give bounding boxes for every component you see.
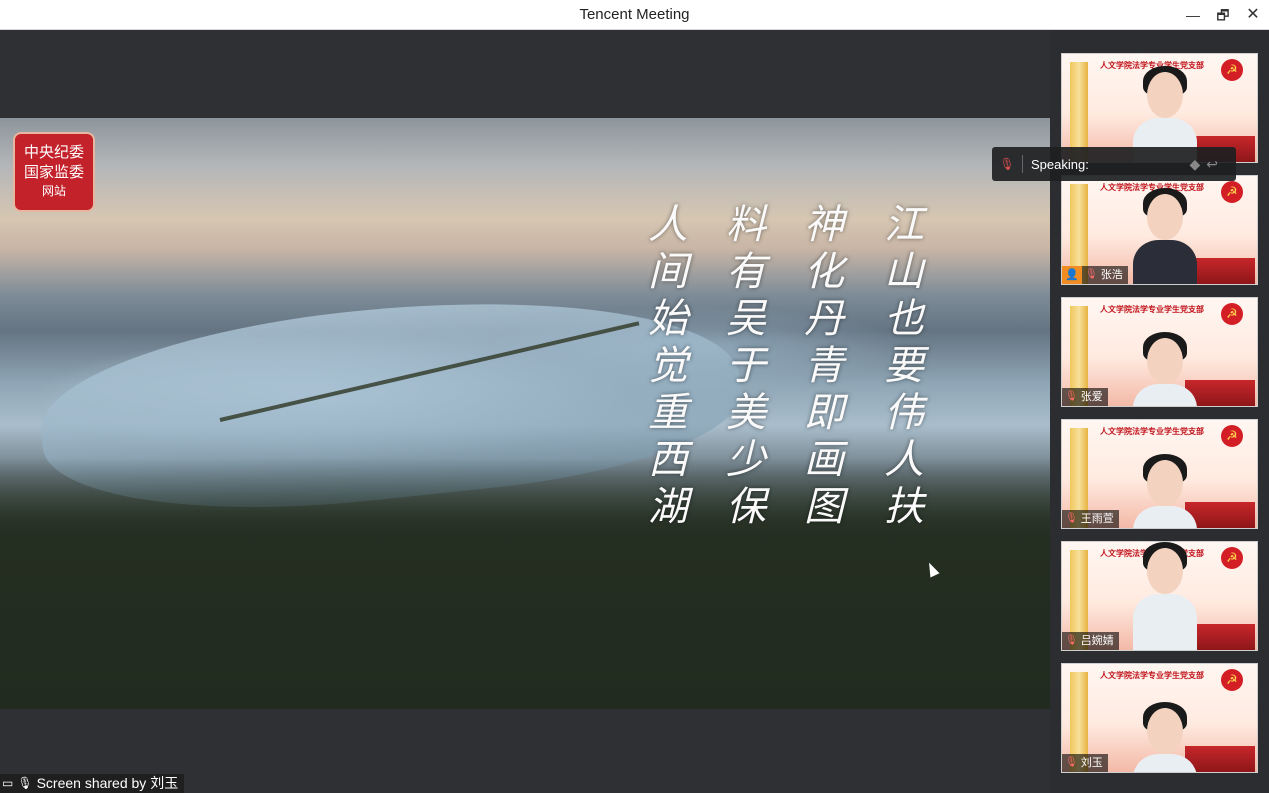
restore-icon[interactable]: 🗗 bbox=[1210, 4, 1236, 26]
mic-muted-icon: 🎙 bbox=[17, 776, 33, 790]
poem-column-3: 料有吴于美少保 bbox=[726, 202, 766, 530]
window-title: Tencent Meeting bbox=[579, 6, 690, 23]
share-label-text: Screen shared by 刘玉 bbox=[36, 775, 179, 791]
mic-muted-icon: 🎙 bbox=[1065, 513, 1078, 524]
participant-name: 张浩 bbox=[1100, 269, 1123, 281]
participant-tile[interactable]: 人文学院法学专业学生党支部 ☭ 👤 🎙 张浩 bbox=[1061, 175, 1258, 285]
tile-banner: 人文学院法学专业学生党支部 bbox=[1100, 427, 1204, 436]
participant-name: 王雨萱 bbox=[1080, 513, 1114, 525]
reply-icon[interactable]: ◆↩ bbox=[1190, 156, 1225, 173]
speaking-indicator: 🎙 Speaking: ◆↩ bbox=[992, 147, 1236, 181]
mic-muted-icon: 🎙 bbox=[1085, 269, 1098, 280]
participant-video bbox=[1133, 454, 1197, 528]
party-emblem-icon: ☭ bbox=[1221, 547, 1243, 569]
close-icon[interactable]: ✕ bbox=[1240, 4, 1266, 26]
party-emblem-icon: ☭ bbox=[1221, 425, 1243, 447]
logo-line3: 网站 bbox=[41, 184, 66, 198]
divider bbox=[1022, 155, 1023, 173]
gate-image bbox=[1185, 746, 1255, 772]
participant-name: 刘玉 bbox=[1080, 757, 1103, 769]
participant-name-tag: 🎙 刘玉 bbox=[1062, 754, 1108, 772]
poem-column-2: 神化丹青即画图 bbox=[804, 202, 844, 530]
shared-screen[interactable]: 中央纪委 国家监委 网站 江山也要伟人扶 神化丹青即画图 料有吴于美少保 人间始… bbox=[0, 118, 1050, 709]
poem-column-4: 人间始觉重西湖 bbox=[648, 202, 688, 530]
party-emblem-icon: ☭ bbox=[1221, 59, 1243, 81]
party-emblem-icon: ☭ bbox=[1221, 303, 1243, 325]
participant-name: 张爱 bbox=[1080, 391, 1103, 403]
participant-video bbox=[1133, 188, 1197, 284]
participant-tile[interactable]: 人文学院法学专业学生党支部 ☭ 🎙 张爱 bbox=[1061, 297, 1258, 407]
main-stage: 中央纪委 国家监委 网站 江山也要伟人扶 神化丹青即画图 料有吴于美少保 人间始… bbox=[0, 30, 1050, 793]
participant-name: 吕婉婧 bbox=[1080, 635, 1114, 647]
participants-panel: 人文学院法学专业学生党支部 ☭ 人文学院法学专业学生党支部 ☭ 👤 🎙 张浩 人… bbox=[1050, 30, 1269, 793]
poem-column-1: 江山也要伟人扶 bbox=[884, 202, 924, 530]
mic-muted-icon: 🎙 bbox=[1065, 391, 1078, 402]
mic-muted-icon: 🎙 bbox=[1065, 757, 1078, 768]
minimize-icon[interactable]: — bbox=[1180, 4, 1206, 26]
participant-video bbox=[1133, 702, 1197, 772]
participant-tile[interactable]: 人文学院法学专业学生党支部 ☭ 🎙 吕婉婧 bbox=[1061, 541, 1258, 651]
logo-line2: 国家监委 bbox=[23, 163, 84, 181]
party-emblem-icon: ☭ bbox=[1221, 669, 1243, 691]
logo-line1: 中央纪委 bbox=[23, 143, 84, 161]
tile-banner: 人文学院法学专业学生党支部 bbox=[1100, 305, 1204, 314]
participant-video bbox=[1133, 542, 1197, 650]
speaking-label: Speaking: bbox=[1031, 156, 1089, 172]
title-bar: Tencent Meeting — 🗗 ✕ bbox=[0, 0, 1269, 30]
participant-tile[interactable]: 人文学院法学专业学生党支部 ☭ 🎙 王雨萱 bbox=[1061, 419, 1258, 529]
participant-name-tag: 🎙 张爱 bbox=[1062, 388, 1108, 406]
participant-name-tag: 🎙 张浩 bbox=[1082, 266, 1128, 284]
screen-icon: ▭ bbox=[2, 776, 14, 790]
participant-tile[interactable]: 人文学院法学专业学生党支部 ☭ 🎙 刘玉 bbox=[1061, 663, 1258, 773]
mic-muted-icon: 🎙 bbox=[1065, 635, 1078, 646]
participant-video bbox=[1133, 332, 1197, 406]
screen-share-label: ▭ 🎙 Screen shared by 刘玉 bbox=[0, 774, 185, 793]
party-emblem-icon: ☭ bbox=[1221, 181, 1243, 203]
mic-muted-icon: 🎙 bbox=[999, 157, 1015, 171]
participant-name-tag: 🎙 吕婉婧 bbox=[1062, 632, 1119, 650]
participant-name-tag: 🎙 王雨萱 bbox=[1062, 510, 1119, 528]
cc-logo: 中央纪委 国家监委 网站 bbox=[13, 132, 95, 212]
tile-banner: 人文学院法学专业学生党支部 bbox=[1100, 671, 1204, 680]
host-icon: 👤 bbox=[1062, 266, 1082, 284]
